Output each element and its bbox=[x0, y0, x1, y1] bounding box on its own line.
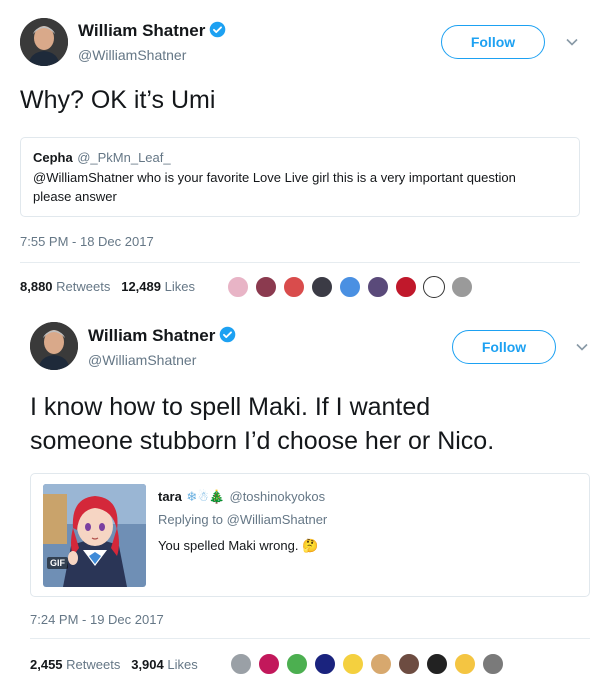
chevron-down-icon[interactable] bbox=[564, 34, 580, 50]
quoted-name-emoji: ❄☃🎄 bbox=[186, 489, 226, 504]
quoted-tweet[interactable]: Cepha @_PkMn_Leaf_ @WilliamShatner who i… bbox=[20, 137, 580, 217]
likes-stat[interactable]: 3,904 Likes bbox=[131, 657, 198, 672]
engagement-stats: 2,455 Retweets 3,904 Likes bbox=[30, 657, 198, 672]
liker-avatar[interactable] bbox=[286, 653, 308, 675]
follow-button[interactable]: Follow bbox=[452, 330, 556, 364]
tweet-2: William Shatner @WilliamShatner Follow I… bbox=[0, 310, 597, 683]
tweet-1: William Shatner @WilliamShatner Follow W… bbox=[0, 0, 597, 310]
display-name[interactable]: William Shatner bbox=[88, 326, 236, 346]
avatar[interactable] bbox=[20, 18, 68, 66]
engagement-stats: 8,880 Retweets 12,489 Likes bbox=[20, 279, 195, 294]
display-name-text[interactable]: William Shatner bbox=[78, 21, 205, 40]
tweet-text-line-1: I know how to spell Maki. If I wanted bbox=[30, 393, 431, 421]
liker-avatar[interactable] bbox=[395, 276, 417, 298]
likes-label: Likes bbox=[164, 279, 195, 294]
retweets-count: 8,880 bbox=[20, 279, 53, 294]
quoted-text: You spelled Maki wrong. 🤔 bbox=[158, 538, 319, 553]
replying-to: Replying to @WilliamShatner bbox=[158, 512, 328, 527]
tweet-text-line-2: someone stubborn I’d choose her or Nico. bbox=[30, 427, 495, 455]
avatar[interactable] bbox=[30, 322, 78, 370]
liker-avatar[interactable] bbox=[482, 653, 504, 675]
display-name[interactable]: William Shatner bbox=[78, 21, 226, 41]
liker-avatar[interactable] bbox=[258, 653, 280, 675]
retweets-label: Retweets bbox=[66, 657, 121, 672]
liker-avatar[interactable] bbox=[283, 276, 305, 298]
user-handle[interactable]: @WilliamShatner bbox=[88, 352, 196, 368]
liker-avatar[interactable] bbox=[370, 653, 392, 675]
liker-avatar[interactable] bbox=[255, 276, 277, 298]
retweets-label: Retweets bbox=[56, 279, 111, 294]
liker-avatar[interactable] bbox=[451, 276, 473, 298]
liker-avatars bbox=[230, 653, 510, 675]
display-name-text[interactable]: William Shatner bbox=[88, 326, 215, 345]
retweets-stat[interactable]: 8,880 Retweets bbox=[20, 279, 110, 294]
quoted-media[interactable]: GIF bbox=[43, 484, 146, 587]
user-handle[interactable]: @WilliamShatner bbox=[78, 47, 186, 63]
liker-avatar[interactable] bbox=[426, 653, 448, 675]
chevron-down-icon[interactable] bbox=[574, 339, 590, 355]
tweet-text: Why? OK it’s Umi bbox=[20, 86, 216, 114]
timestamp[interactable]: 7:24 PM - 19 Dec 2017 bbox=[30, 612, 164, 627]
likes-count: 3,904 bbox=[131, 657, 164, 672]
likes-count: 12,489 bbox=[121, 279, 161, 294]
divider bbox=[30, 638, 590, 639]
quoted-name: Cepha bbox=[33, 150, 73, 165]
liker-avatar[interactable] bbox=[227, 276, 249, 298]
liker-avatar[interactable] bbox=[230, 653, 252, 675]
quoted-name: tara bbox=[158, 489, 182, 504]
likes-label: Likes bbox=[167, 657, 198, 672]
liker-avatar[interactable] bbox=[398, 653, 420, 675]
liker-avatar[interactable] bbox=[339, 276, 361, 298]
quoted-text-line-2: please answer bbox=[33, 189, 117, 204]
liker-avatar[interactable] bbox=[367, 276, 389, 298]
retweets-stat[interactable]: 2,455 Retweets bbox=[30, 657, 120, 672]
gif-badge: GIF bbox=[47, 557, 68, 569]
quoted-text-line-1: @WilliamShatner who is your favorite Lov… bbox=[33, 170, 516, 185]
anime-girl-image bbox=[43, 484, 146, 587]
quoted-handle: @_PkMn_Leaf_ bbox=[77, 150, 171, 165]
liker-avatar[interactable] bbox=[423, 276, 445, 298]
quoted-tweet[interactable]: GIF tara ❄☃🎄 @toshinokyokos Replying to … bbox=[30, 473, 590, 597]
liker-avatar[interactable] bbox=[314, 653, 336, 675]
liker-avatars bbox=[227, 276, 479, 298]
timestamp[interactable]: 7:55 PM - 18 Dec 2017 bbox=[20, 234, 154, 249]
liker-avatar[interactable] bbox=[454, 653, 476, 675]
verified-badge-icon bbox=[220, 326, 236, 343]
quoted-handle: @toshinokyokos bbox=[229, 489, 326, 504]
verified-badge-icon bbox=[210, 21, 226, 38]
liker-avatar[interactable] bbox=[342, 653, 364, 675]
tweet-text: I know how to spell Maki. If I wanted so… bbox=[30, 390, 494, 458]
likes-stat[interactable]: 12,489 Likes bbox=[121, 279, 195, 294]
follow-button[interactable]: Follow bbox=[441, 25, 545, 59]
divider bbox=[20, 262, 580, 263]
liker-avatar[interactable] bbox=[311, 276, 333, 298]
retweets-count: 2,455 bbox=[30, 657, 63, 672]
